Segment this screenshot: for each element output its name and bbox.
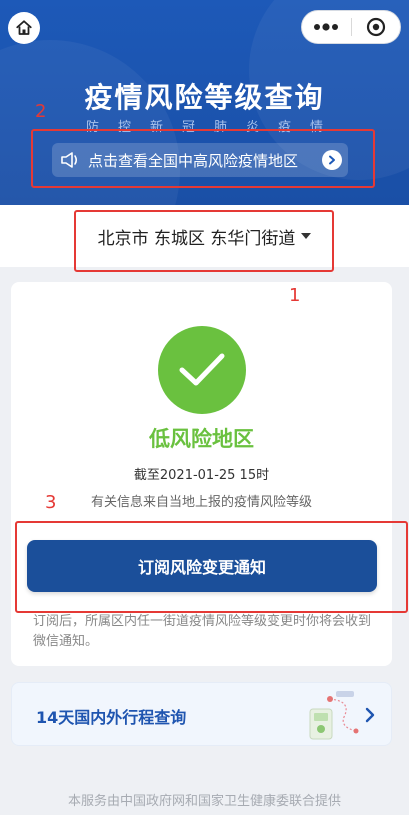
annotation-number-3: 3 [45, 492, 57, 513]
footer-note: 本服务由中国政府网和国家卫生健康委联合提供 [67, 794, 341, 809]
annotation-box-3 [15, 521, 408, 613]
mini-program-capsule [301, 10, 401, 44]
subscribe-note: 订阅后，所属区内任一街道疫情风险等级变更时你将会收到微信通知。 [33, 614, 372, 649]
annotation-box-2 [31, 129, 375, 188]
as-of-timestamp: 截至2021-01-25 15时 [133, 468, 270, 483]
checkmark-icon [179, 353, 225, 386]
home-button[interactable] [8, 12, 40, 44]
trip-query-label: 14天国内外行程查询 [36, 708, 187, 727]
annotation-box-1 [74, 210, 334, 272]
menu-button[interactable] [302, 11, 351, 43]
trip-query-card[interactable]: 14天国内外行程查询 [11, 682, 392, 746]
chevron-right-icon [365, 707, 375, 723]
page-title: 疫情风险等级查询 [84, 81, 325, 114]
annotation-number-2: 2 [35, 101, 47, 122]
status-badge [158, 326, 246, 414]
source-note: 有关信息来自当地上报的疫情风险等级 [90, 495, 312, 510]
home-icon [16, 20, 32, 35]
close-button[interactable] [351, 11, 400, 43]
annotation-number-1: 1 [289, 285, 301, 306]
target-icon [366, 17, 385, 37]
more-dots-icon [314, 23, 339, 31]
risk-level-label: 低风险地区 [149, 427, 254, 451]
